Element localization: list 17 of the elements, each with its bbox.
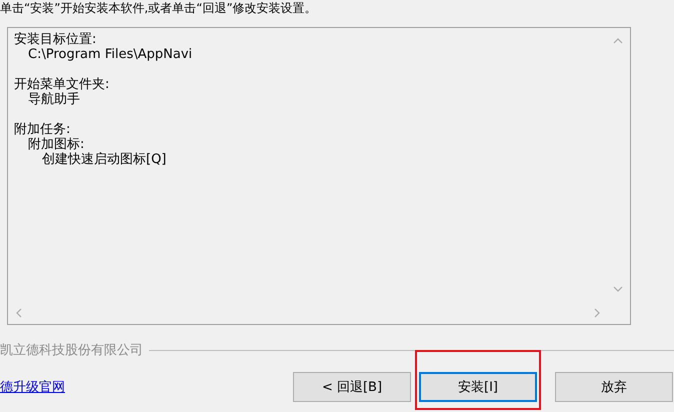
summary-line: 附加图标: <box>27 137 86 152</box>
summary-line: 安装目标位置: <box>14 32 98 47</box>
scroll-right-icon[interactable] <box>594 308 600 318</box>
scroll-up-icon[interactable] <box>613 38 623 44</box>
company-label: 凯立德科技股份有限公司 <box>0 342 143 359</box>
summary-line: 创建快速启动图标[Q] <box>41 152 168 167</box>
summary-line: 附加任务: <box>14 122 72 137</box>
summary-line: C:\Program Files\AppNavi <box>27 47 194 62</box>
dialog-button[interactable]: < 回退[B] <box>293 372 411 402</box>
dialog-button[interactable]: 放弃 <box>555 372 673 402</box>
scroll-left-icon[interactable] <box>16 308 22 318</box>
instruction-text: 单击“安装”开始安装本软件,或者单击“回退”修改安装设置。 <box>0 1 317 15</box>
summary-line: 开始菜单文件夹: <box>14 77 110 92</box>
summary-line: 导航助手 <box>27 92 81 107</box>
dialog-button[interactable]: 安装[I] <box>419 372 537 402</box>
scroll-down-icon[interactable] <box>613 286 623 292</box>
website-link[interactable]: 德升级官网 <box>0 378 65 396</box>
